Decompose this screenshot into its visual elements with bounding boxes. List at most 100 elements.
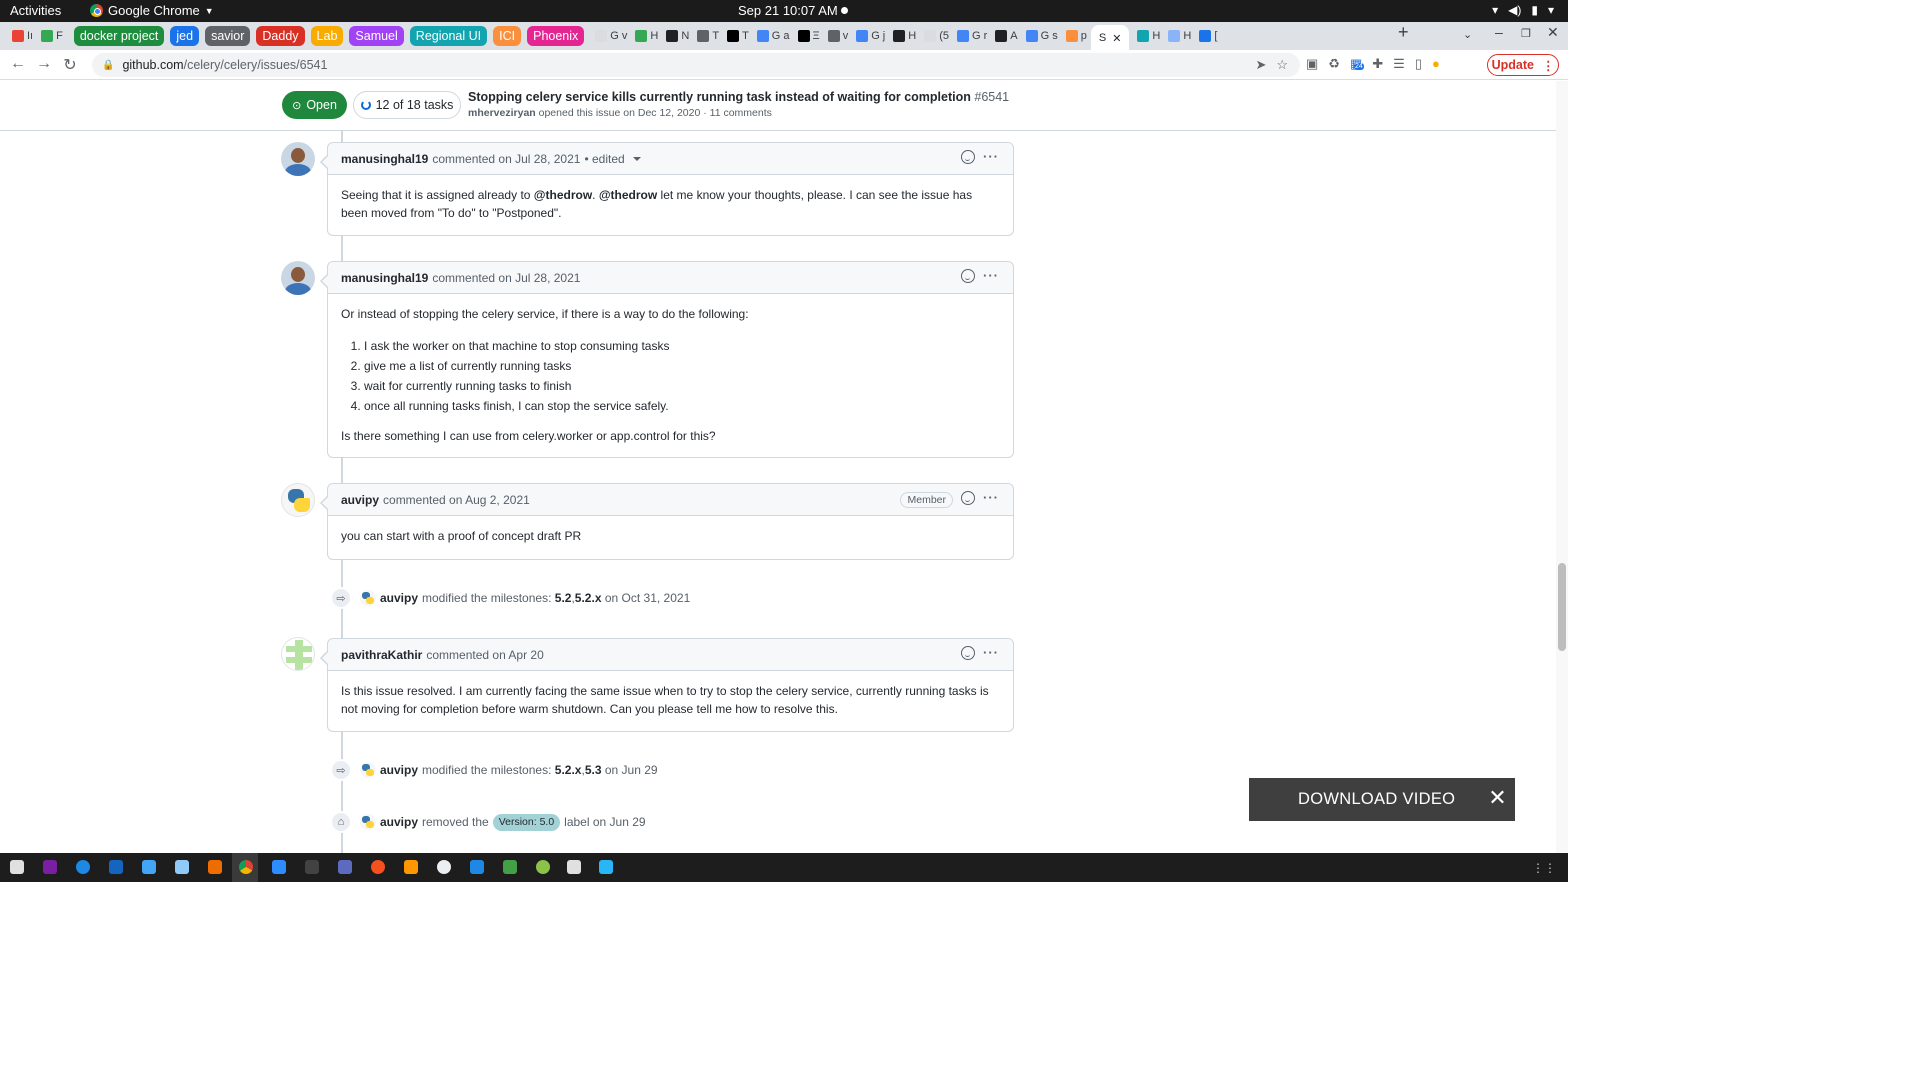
app-icon[interactable]	[599, 860, 613, 874]
event-actor[interactable]: auvipy	[380, 591, 418, 605]
edited-dropdown[interactable]: • edited	[584, 152, 641, 166]
address-bar[interactable]: 🔒 github.com/celery/celery/issues/6541 ➤…	[92, 53, 1300, 77]
comment-author[interactable]: pavithraKathir	[341, 648, 422, 662]
issue-title[interactable]: Stopping celery service kills currently …	[468, 90, 1009, 104]
tab[interactable]: T	[693, 25, 723, 47]
update-button[interactable]: Update ⋮	[1487, 54, 1559, 76]
tab-group-chip[interactable]: Phoenix	[527, 26, 585, 46]
event-date[interactable]: label on Jun 29	[564, 815, 645, 829]
milestone-link[interactable]: 5.3	[585, 763, 602, 777]
scrollbar-thumb[interactable]	[1558, 563, 1566, 651]
extension-recycle-icon[interactable]: ♻	[1328, 56, 1340, 72]
milestone-link[interactable]: 5.2	[555, 591, 572, 605]
close-tab-icon[interactable]: ✕	[1112, 32, 1121, 45]
tab[interactable]: N	[662, 25, 693, 47]
tab[interactable]: F	[37, 25, 67, 47]
reload-icon[interactable]: ↻	[60, 55, 80, 75]
reading-list-icon[interactable]: ☰	[1393, 56, 1405, 72]
activities-button[interactable]: Activities	[10, 3, 61, 18]
close-icon[interactable]: ✕	[1488, 787, 1507, 809]
profile-avatar[interactable]: ●	[1432, 56, 1440, 72]
sublime-icon[interactable]	[404, 860, 418, 874]
tab[interactable]: [	[1195, 25, 1221, 47]
tab[interactable]: H	[631, 25, 662, 47]
tab-group-chip[interactable]: ICI	[493, 26, 522, 46]
clock[interactable]: Sep 21 10:07 AM	[738, 3, 838, 18]
download-video-overlay[interactable]: DOWNLOAD VIDEO ✕	[1249, 778, 1515, 821]
chrome-icon[interactable]	[239, 860, 253, 874]
event-actor[interactable]: auvipy	[380, 815, 418, 829]
page-scrollbar[interactable]	[1556, 81, 1568, 853]
issue-author-link[interactable]: mherveziryan	[468, 107, 536, 119]
tab-group-chip[interactable]: docker project	[73, 26, 165, 46]
add-reaction-icon[interactable]	[961, 646, 975, 660]
app-icon[interactable]	[175, 860, 189, 874]
mention-link[interactable]: @thedrow	[599, 188, 657, 202]
back-icon[interactable]: ←	[8, 55, 28, 73]
tab[interactable]: H	[1164, 25, 1195, 47]
comment-author[interactable]: manusinghal19	[341, 271, 428, 285]
extensions-puzzle-icon[interactable]: ✚	[1372, 56, 1383, 72]
vscode-icon[interactable]	[470, 860, 484, 874]
avatar[interactable]	[281, 142, 315, 176]
tab-group-chip[interactable]: savior	[205, 26, 251, 46]
tab[interactable]: p	[1062, 25, 1091, 47]
files-icon[interactable]	[10, 860, 24, 874]
tab-active[interactable]: S ✕	[1090, 25, 1130, 51]
tab[interactable]: Ξ	[794, 25, 824, 47]
close-window-icon[interactable]: ✕	[1547, 24, 1559, 41]
more-options-icon[interactable]: ···	[983, 646, 999, 659]
forward-icon[interactable]: →	[34, 55, 54, 73]
more-options-icon[interactable]: ···	[983, 269, 999, 282]
send-icon[interactable]: ➤	[1255, 57, 1266, 73]
tab-group-chip[interactable]: Daddy	[256, 26, 305, 46]
minimize-icon[interactable]: –	[1495, 24, 1503, 40]
tab[interactable]: G r	[953, 25, 991, 47]
tab[interactable]: Iı	[8, 25, 37, 47]
app-icon[interactable]	[338, 860, 352, 874]
event-actor[interactable]: auvipy	[380, 763, 418, 777]
event-date[interactable]: on Oct 31, 2021	[605, 591, 690, 605]
tab[interactable]: A	[991, 25, 1021, 47]
app-icon[interactable]	[109, 860, 123, 874]
new-tab-icon[interactable]: +	[1398, 22, 1409, 43]
app-icon[interactable]	[43, 860, 57, 874]
comment-timestamp[interactable]: commented on Apr 20	[426, 648, 543, 662]
event-date[interactable]: on Jun 29	[605, 763, 658, 777]
zoom-icon[interactable]	[272, 860, 286, 874]
more-options-icon[interactable]: ···	[983, 150, 999, 163]
vim-icon[interactable]	[567, 860, 581, 874]
avatar[interactable]	[360, 814, 376, 830]
tab[interactable]: (5	[920, 25, 953, 47]
software-icon[interactable]	[208, 860, 222, 874]
app-icon[interactable]	[536, 860, 550, 874]
tab[interactable]: G a	[753, 25, 794, 47]
bookmark-star-icon[interactable]: ☆	[1276, 57, 1288, 73]
help-icon[interactable]	[76, 860, 90, 874]
tasks-progress-badge[interactable]: 12 of 18 tasks	[353, 91, 461, 119]
tab[interactable]: H	[889, 25, 920, 47]
comment-timestamp[interactable]: commented on Aug 2, 2021	[383, 493, 530, 507]
extension-icon[interactable]: ▣	[1306, 56, 1318, 72]
extension-badge-icon[interactable]: ▦24	[1350, 56, 1364, 72]
terminal-icon[interactable]	[305, 860, 319, 874]
avatar[interactable]	[360, 762, 376, 778]
comment-timestamp[interactable]: commented on Jul 28, 2021	[432, 152, 580, 166]
issue-label[interactable]: Version: 5.0	[492, 813, 561, 831]
tab[interactable]: G s	[1022, 25, 1062, 47]
spreadsheet-icon[interactable]	[503, 860, 517, 874]
mention-link[interactable]: @thedrow	[534, 188, 592, 202]
comment-author[interactable]: manusinghal19	[341, 152, 428, 166]
tab[interactable]: v	[824, 25, 853, 47]
document-icon[interactable]	[142, 860, 156, 874]
milestone-link[interactable]: 5.2.x	[555, 763, 582, 777]
avatar[interactable]	[281, 483, 315, 517]
side-panel-icon[interactable]: ▯	[1415, 56, 1422, 72]
system-tray[interactable]: ▾ ◀) ▮ ▾	[1492, 3, 1554, 17]
tab-search-icon[interactable]: ⌄	[1463, 28, 1472, 41]
tab[interactable]: G j	[852, 25, 889, 47]
avatar[interactable]	[281, 261, 315, 295]
app-icon[interactable]	[371, 860, 385, 874]
app-menu[interactable]: Google Chrome ▼	[90, 3, 214, 18]
add-reaction-icon[interactable]	[961, 491, 975, 505]
